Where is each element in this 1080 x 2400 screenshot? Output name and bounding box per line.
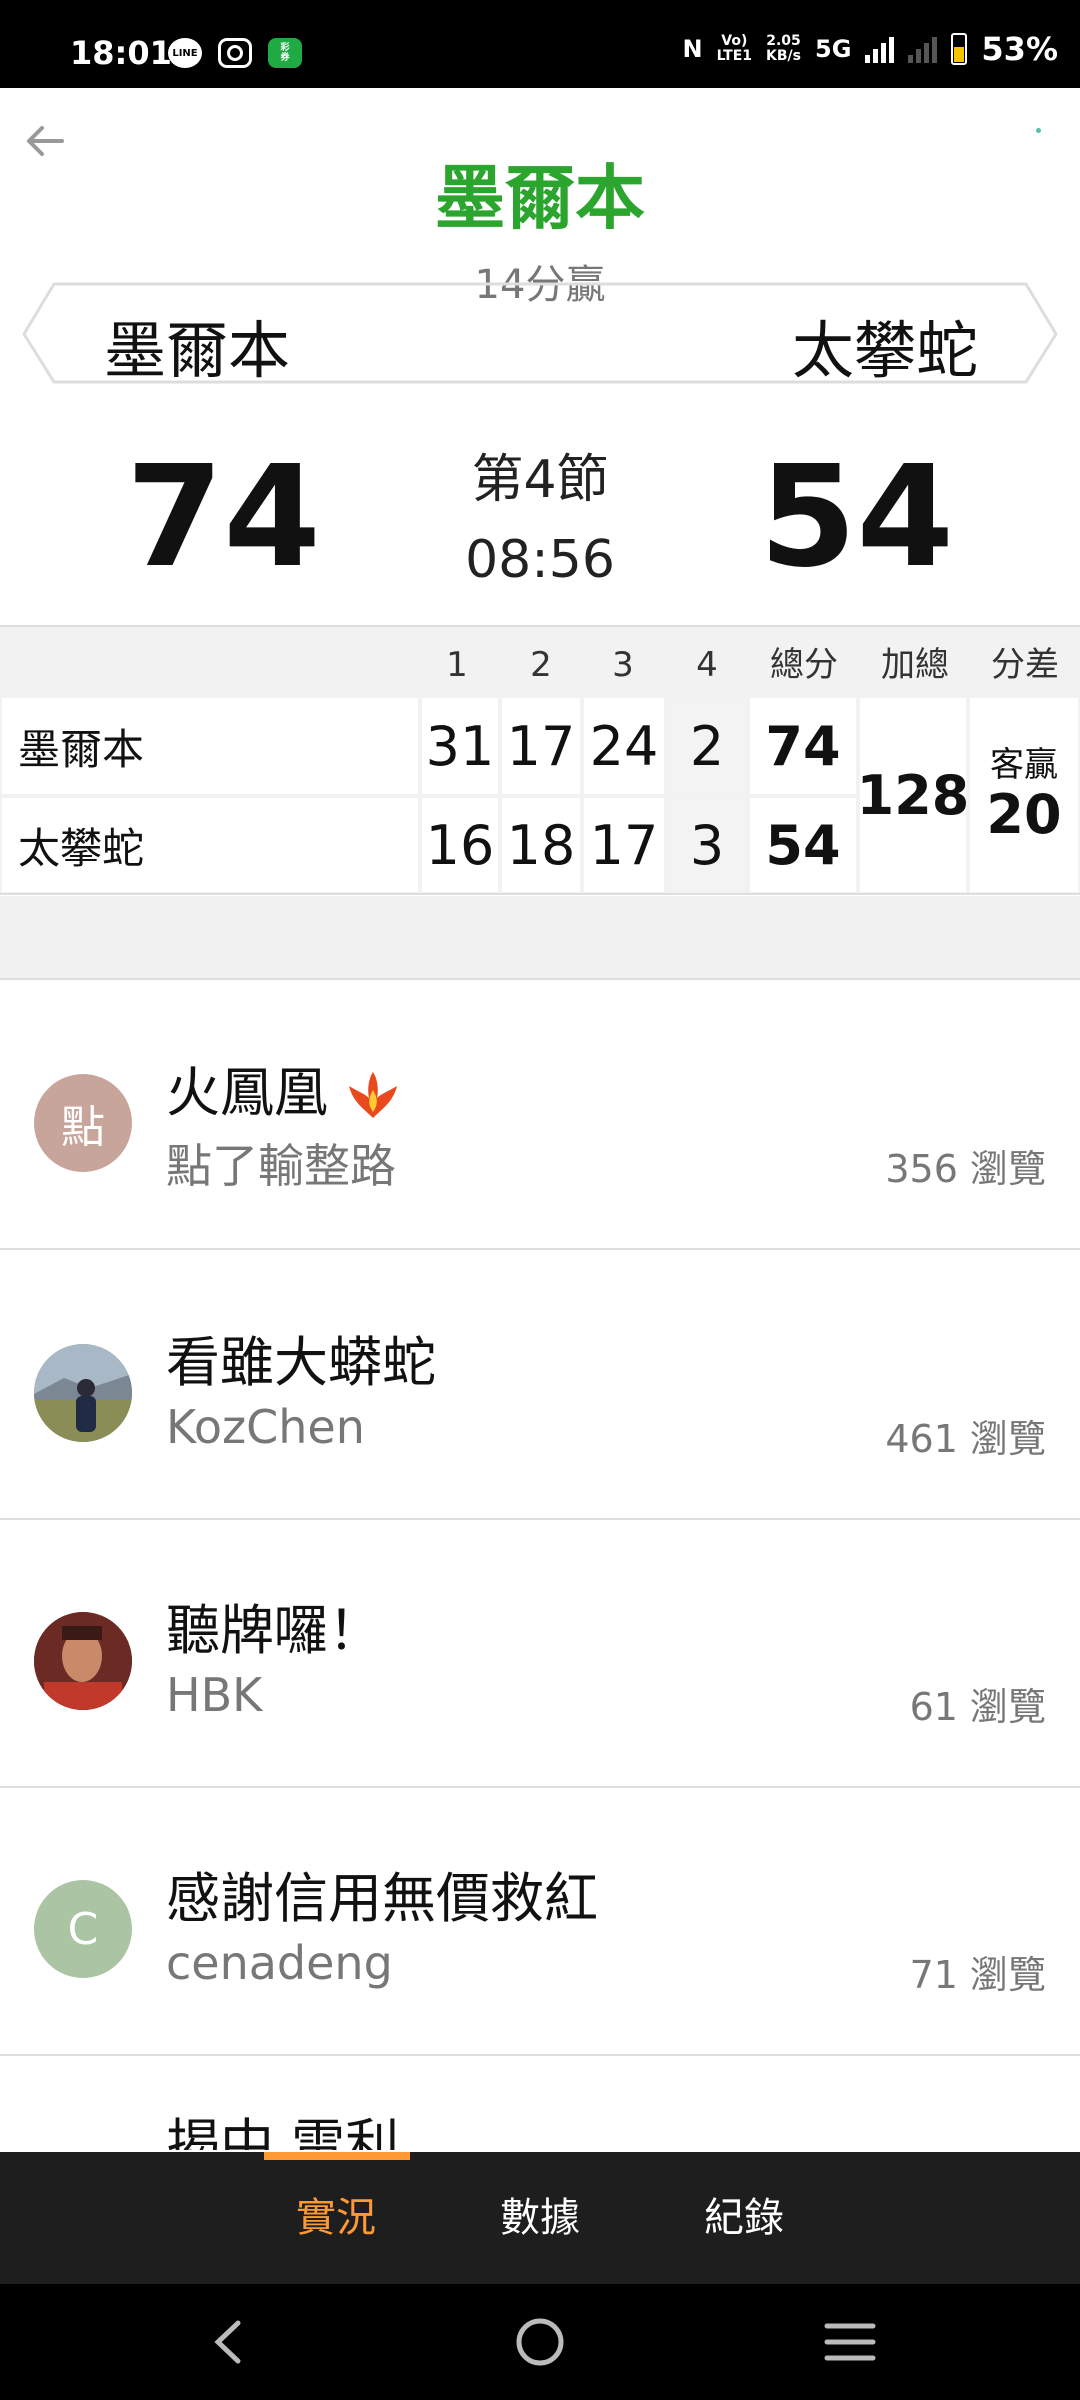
post-views: 71 瀏覽 <box>909 1953 1046 1997</box>
cell-away-total: 54 <box>750 798 856 892</box>
status-time: 18:01 <box>70 34 172 72</box>
home-score: 74 <box>126 436 321 599</box>
header-diff: 分差 <box>991 645 1059 685</box>
post-item[interactable]: C 感謝信用無價救紅 cenadeng 71 瀏覽 <box>0 1788 1080 2056</box>
avatar-letter: 點 <box>61 1102 105 1153</box>
tab-live[interactable]: 實況 <box>236 2152 436 2284</box>
lte-indicator: Vo) LTE1 <box>716 33 753 64</box>
network-type: 5G <box>815 35 852 63</box>
post-title: 感謝信用無價救紅 <box>166 1867 598 1930</box>
post-title: 聽牌囉！ <box>166 1599 382 1662</box>
post-views: 61 瀏覽 <box>909 1685 1046 1729</box>
post-views: 356 瀏覽 <box>885 1147 1046 1191</box>
row-team-home: 墨爾本 <box>2 698 418 794</box>
data-rate: 2.05 KB/s <box>766 33 801 64</box>
header-q3: 3 <box>612 645 634 685</box>
battery-percent: 53% <box>981 30 1058 68</box>
avatar <box>34 1612 132 1710</box>
header-q2: 2 <box>530 645 552 685</box>
away-team-name: 太攀蛇 <box>791 314 978 387</box>
nav-back-icon[interactable] <box>196 2310 260 2374</box>
diff-value: 20 <box>986 783 1062 846</box>
tab-records[interactable]: 紀錄 <box>644 2152 844 2284</box>
nav-menu-icon[interactable] <box>818 2310 882 2374</box>
header-q1: 1 <box>446 645 468 685</box>
nav-home-icon[interactable] <box>508 2310 572 2374</box>
section-divider <box>0 896 1080 980</box>
cell-away-q3: 17 <box>584 798 664 892</box>
post-title: 看雖大蟒蛇 <box>166 1331 436 1394</box>
cell-away-q1: 16 <box>422 798 498 892</box>
cell-home-total: 74 <box>750 698 856 794</box>
post-item[interactable]: 點 火鳳凰 點了輸整路 356 瀏覽 <box>0 982 1080 1250</box>
avatar: C <box>34 1880 132 1978</box>
nfc-icon: N <box>682 35 703 63</box>
period-clock: 第4節 08:56 <box>440 440 640 600</box>
post-views: 461 瀏覽 <box>885 1417 1046 1461</box>
bottom-tab-bar: 實況 數據 紀錄 <box>0 2152 1080 2284</box>
avatar-letter: C <box>67 1903 99 1955</box>
cell-combined-total: 128 <box>857 698 969 892</box>
game-clock: 08:56 <box>465 530 615 590</box>
signal-sim2-icon <box>908 35 938 63</box>
cell-away-q4: 3 <box>668 798 746 892</box>
post-title-wrap: 火鳳凰 <box>166 1048 401 1127</box>
post-item[interactable]: 聽牌囉！ HBK 61 瀏覽 <box>0 1520 1080 1788</box>
post-item[interactable]: 看雖大蟒蛇 KozChen 461 瀏覽 <box>0 1252 1080 1520</box>
lottery-app-icon: 彩券 <box>268 38 302 68</box>
leading-team-title: 墨爾本 <box>435 157 645 239</box>
post-author: KozChen <box>166 1400 365 1454</box>
status-bar: 18:01 LINE 彩券 N Vo) LTE1 2.05 KB/s 5G 53% <box>0 0 1080 88</box>
indicator-dot <box>1036 128 1041 133</box>
cell-home-q3: 24 <box>584 698 664 794</box>
phoenix-emoji-icon <box>345 1068 401 1124</box>
avatar <box>34 1344 132 1442</box>
battery-icon <box>951 33 968 65</box>
post-author: cenadeng <box>166 1936 393 1990</box>
partial-post-title[interactable]: 揭中 雷利 <box>166 2100 399 2150</box>
diff-label: 客贏 <box>990 745 1058 785</box>
signal-icon <box>865 35 895 63</box>
system-nav-bar <box>0 2284 1080 2400</box>
line-app-icon: LINE <box>168 38 202 68</box>
cell-home-q1: 31 <box>422 698 498 794</box>
post-author: HBK <box>166 1668 263 1722</box>
header-total: 總分 <box>770 645 838 685</box>
post-title: 火鳳凰 <box>166 1061 328 1124</box>
cell-away-q2: 18 <box>502 798 580 892</box>
period-label: 第4節 <box>471 450 609 510</box>
post-author: 點了輸整路 <box>166 1139 396 1193</box>
away-score: 54 <box>759 436 954 599</box>
header-combined: 加總 <box>881 645 949 685</box>
tab-stats[interactable]: 數據 <box>440 2152 640 2284</box>
header-q4: 4 <box>696 645 718 685</box>
avatar: 點 <box>34 1074 132 1172</box>
instagram-icon <box>218 38 252 68</box>
cell-home-q2: 17 <box>502 698 580 794</box>
cell-home-q4: 2 <box>668 698 746 794</box>
cell-point-diff: 客贏 20 <box>970 698 1078 892</box>
row-team-away: 太攀蛇 <box>2 798 418 892</box>
home-team-name: 墨爾本 <box>104 314 291 387</box>
